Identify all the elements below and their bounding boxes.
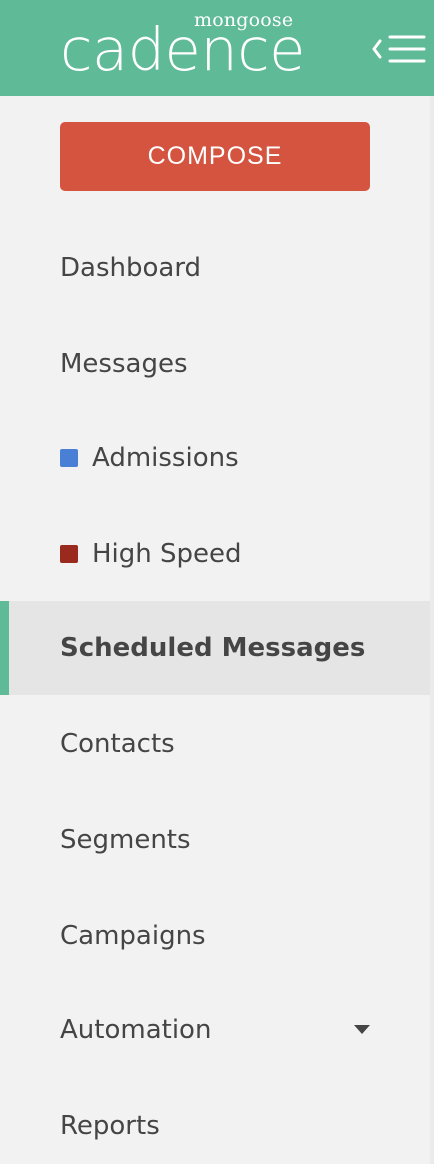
nav-item-admissions[interactable]: Admissions [0, 411, 430, 505]
nav-item-reports[interactable]: Reports [0, 1079, 430, 1164]
sidebar-header: mongoose cadence [0, 0, 434, 96]
nav-item-label: Dashboard [60, 253, 202, 283]
nav-item-messages[interactable]: Messages [0, 317, 430, 411]
nav-item-scheduled-messages[interactable]: Scheduled Messages [0, 601, 430, 695]
nav-item-label: Campaigns [60, 921, 206, 951]
nav-item-label: Automation [60, 1015, 212, 1045]
nav-item-label: High Speed [92, 539, 242, 569]
nav-item-label: Scheduled Messages [60, 633, 366, 663]
nav-item-segments[interactable]: Segments [0, 793, 430, 887]
nav-item-dashboard[interactable]: Dashboard [0, 221, 430, 315]
nav-item-label: Messages [60, 349, 188, 379]
nav-item-campaigns[interactable]: Campaigns [0, 889, 430, 983]
nav-item-label: Admissions [92, 443, 239, 473]
nav-item-label: Reports [60, 1111, 160, 1141]
nav-item-label: Contacts [60, 729, 175, 759]
nav-item-high-speed[interactable]: High Speed [0, 507, 430, 601]
caret-down-icon[interactable] [354, 1025, 370, 1034]
nav-item-automation[interactable]: Automation [0, 983, 430, 1077]
nav-item-contacts[interactable]: Contacts [0, 697, 430, 791]
nav-item-label: Segments [60, 825, 191, 855]
admissions-color-swatch [60, 449, 78, 467]
collapse-menu-icon[interactable] [372, 32, 426, 66]
sidebar: mongoose cadence COMPOSE Dashboard Messa… [0, 0, 434, 1164]
compose-button[interactable]: COMPOSE [60, 122, 370, 191]
high-speed-color-swatch [60, 545, 78, 563]
brand-logo: cadence [60, 15, 305, 84]
active-indicator [0, 601, 9, 695]
